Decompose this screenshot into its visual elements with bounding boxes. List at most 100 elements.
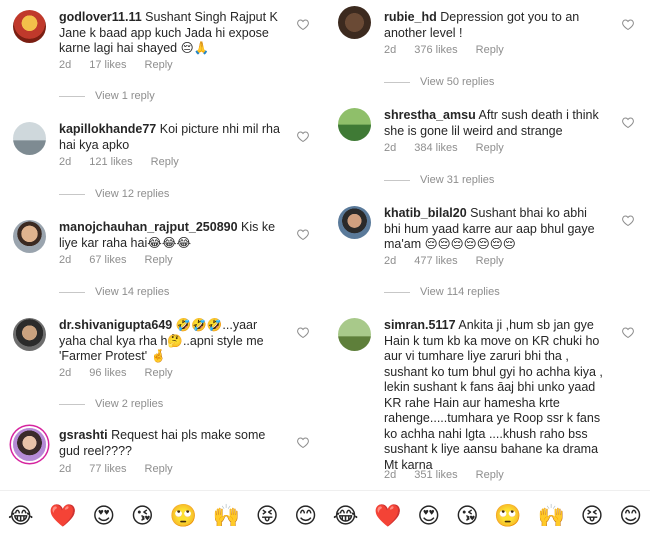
comment-likes[interactable]: 67 likes xyxy=(89,254,126,266)
avatar[interactable] xyxy=(338,318,371,351)
comment-time: 2d xyxy=(59,367,72,379)
comment-text: godlover11.11 Sushant Singh Rajput K Jan… xyxy=(59,10,281,57)
replies-divider-line xyxy=(59,95,85,97)
comment-text: dr.shivanigupta649 🤣🤣🤣...yaar yaha chal … xyxy=(59,318,281,365)
blowing-kiss-emoji-button[interactable]: 😘 xyxy=(456,503,479,529)
avatar[interactable] xyxy=(338,206,371,239)
heart-icon[interactable] xyxy=(297,229,309,240)
comment-time: 2d xyxy=(59,156,72,168)
comment-meta: 2d 477 likes Reply xyxy=(384,255,522,267)
comment-username[interactable]: simran.5117 xyxy=(384,318,456,332)
view-replies-button[interactable]: View 12 replies xyxy=(59,188,169,200)
heart-icon[interactable] xyxy=(622,215,634,226)
comment-text: khatib_bilal20 Sushant bhai ko abhi bhi … xyxy=(384,206,606,253)
heart-icon[interactable] xyxy=(297,327,309,338)
raising-hands-emoji-button[interactable]: 🙌 xyxy=(537,503,564,529)
avatar[interactable] xyxy=(338,6,371,39)
heart-eyes-emoji-button[interactable]: 😍 xyxy=(417,503,440,529)
replies-divider-line xyxy=(59,403,85,405)
comment-username[interactable]: rubie_hd xyxy=(384,10,437,24)
comment-username[interactable]: kapillokhande77 xyxy=(59,122,156,136)
avatar[interactable] xyxy=(13,428,46,461)
avatar[interactable] xyxy=(13,318,46,351)
heart-icon[interactable] xyxy=(622,117,634,128)
comment-username[interactable]: gsrashti xyxy=(59,428,108,442)
smiling-eyes-emoji-button[interactable]: 😊 xyxy=(619,503,642,529)
avatar[interactable] xyxy=(13,220,46,253)
reply-button[interactable]: Reply xyxy=(145,367,173,379)
view-replies-label: View 1 reply xyxy=(95,90,155,102)
comment-time: 2d xyxy=(59,463,72,475)
comment-text: gsrashti Request hai pls make some gud r… xyxy=(59,428,281,459)
right-comments-panel: rubie_hd Depression got you to an anothe… xyxy=(325,0,650,490)
reply-button[interactable]: Reply xyxy=(151,156,179,168)
reply-button[interactable]: Reply xyxy=(476,469,504,481)
avatar[interactable] xyxy=(338,108,371,141)
comment-username[interactable]: manojchauhan_rajput_250890 xyxy=(59,220,238,234)
replies-divider-line xyxy=(384,179,410,181)
comment-likes[interactable]: 77 likes xyxy=(89,463,126,475)
view-replies-label: View 31 replies xyxy=(420,174,495,186)
blowing-kiss-emoji-button[interactable]: 😘 xyxy=(131,503,154,529)
comment-body: Ankita ji ,hum sb jan gye Hain k tum kb … xyxy=(384,318,603,472)
view-replies-button[interactable]: View 14 replies xyxy=(59,286,169,298)
replies-divider-line xyxy=(384,291,410,293)
comment-meta: 2d 351 likes Reply xyxy=(384,469,522,481)
view-replies-label: View 50 replies xyxy=(420,76,495,88)
comment-text: manojchauhan_rajput_250890 Kis ke liye k… xyxy=(59,220,281,251)
raising-hands-emoji-button[interactable]: 🙌 xyxy=(213,503,240,529)
heart-icon[interactable] xyxy=(622,19,634,30)
squinting-tongue-emoji-button[interactable]: 😝 xyxy=(581,503,604,529)
comment-username[interactable]: shrestha_amsu xyxy=(384,108,476,122)
comment-likes[interactable]: 96 likes xyxy=(89,367,126,379)
comment-likes[interactable]: 17 likes xyxy=(89,59,126,71)
replies-divider-line xyxy=(59,193,85,195)
eye-roll-emoji-button[interactable]: 🙄 xyxy=(169,503,196,529)
comment-likes[interactable]: 477 likes xyxy=(414,255,457,267)
red-heart-emoji-button[interactable]: ❤️ xyxy=(49,503,76,529)
reply-button[interactable]: Reply xyxy=(145,463,173,475)
view-replies-button[interactable]: View 2 replies xyxy=(59,398,163,410)
tears-of-joy-emoji-button[interactable]: 😂 xyxy=(333,503,359,529)
comment-likes[interactable]: 384 likes xyxy=(414,142,457,154)
replies-divider-line xyxy=(59,291,85,293)
reply-button[interactable]: Reply xyxy=(476,255,504,267)
heart-icon[interactable] xyxy=(297,19,309,30)
comment-text: kapillokhande77 Koi picture nhi mil rha … xyxy=(59,122,281,153)
view-replies-label: View 114 replies xyxy=(420,286,500,298)
comment-text: rubie_hd Depression got you to an anothe… xyxy=(384,10,606,41)
avatar[interactable] xyxy=(13,10,46,43)
comment-time: 2d xyxy=(59,59,72,71)
red-heart-emoji-button[interactable]: ❤️ xyxy=(374,503,401,529)
comment-likes[interactable]: 376 likes xyxy=(414,44,457,56)
comment-text: simran.5117 Ankita ji ,hum sb jan gye Ha… xyxy=(384,318,606,473)
comment-username[interactable]: godlover11.11 xyxy=(59,10,142,24)
reply-button[interactable]: Reply xyxy=(476,44,504,56)
view-replies-button[interactable]: View 114 replies xyxy=(384,286,500,298)
eye-roll-emoji-button[interactable]: 🙄 xyxy=(494,503,521,529)
comment-time: 2d xyxy=(384,469,397,481)
heart-icon[interactable] xyxy=(297,437,309,448)
comment-likes[interactable]: 351 likes xyxy=(414,469,457,481)
heart-eyes-emoji-button[interactable]: 😍 xyxy=(92,503,115,529)
reply-button[interactable]: Reply xyxy=(145,59,173,71)
smiling-eyes-emoji-button[interactable]: 😊 xyxy=(294,503,317,529)
heart-icon[interactable] xyxy=(622,327,634,338)
squinting-tongue-emoji-button[interactable]: 😝 xyxy=(256,503,279,529)
replies-divider-line xyxy=(384,81,410,83)
comment-meta: 2d 376 likes Reply xyxy=(384,44,522,56)
comment-username[interactable]: dr.shivanigupta649 xyxy=(59,318,172,332)
reply-button[interactable]: Reply xyxy=(476,142,504,154)
view-replies-button[interactable]: View 31 replies xyxy=(384,174,494,186)
avatar[interactable] xyxy=(13,122,46,155)
view-replies-button[interactable]: View 50 replies xyxy=(384,76,494,88)
comment-meta: 2d 17 likes Reply xyxy=(59,59,191,71)
comment-likes[interactable]: 121 likes xyxy=(89,156,132,168)
heart-icon[interactable] xyxy=(297,131,309,142)
comment-username[interactable]: khatib_bilal20 xyxy=(384,206,467,220)
tears-of-joy-emoji-button[interactable]: 😂 xyxy=(8,503,34,529)
comment-time: 2d xyxy=(384,142,397,154)
comment-meta: 2d 96 likes Reply xyxy=(59,367,191,379)
reply-button[interactable]: Reply xyxy=(145,254,173,266)
view-replies-button[interactable]: View 1 reply xyxy=(59,90,155,102)
